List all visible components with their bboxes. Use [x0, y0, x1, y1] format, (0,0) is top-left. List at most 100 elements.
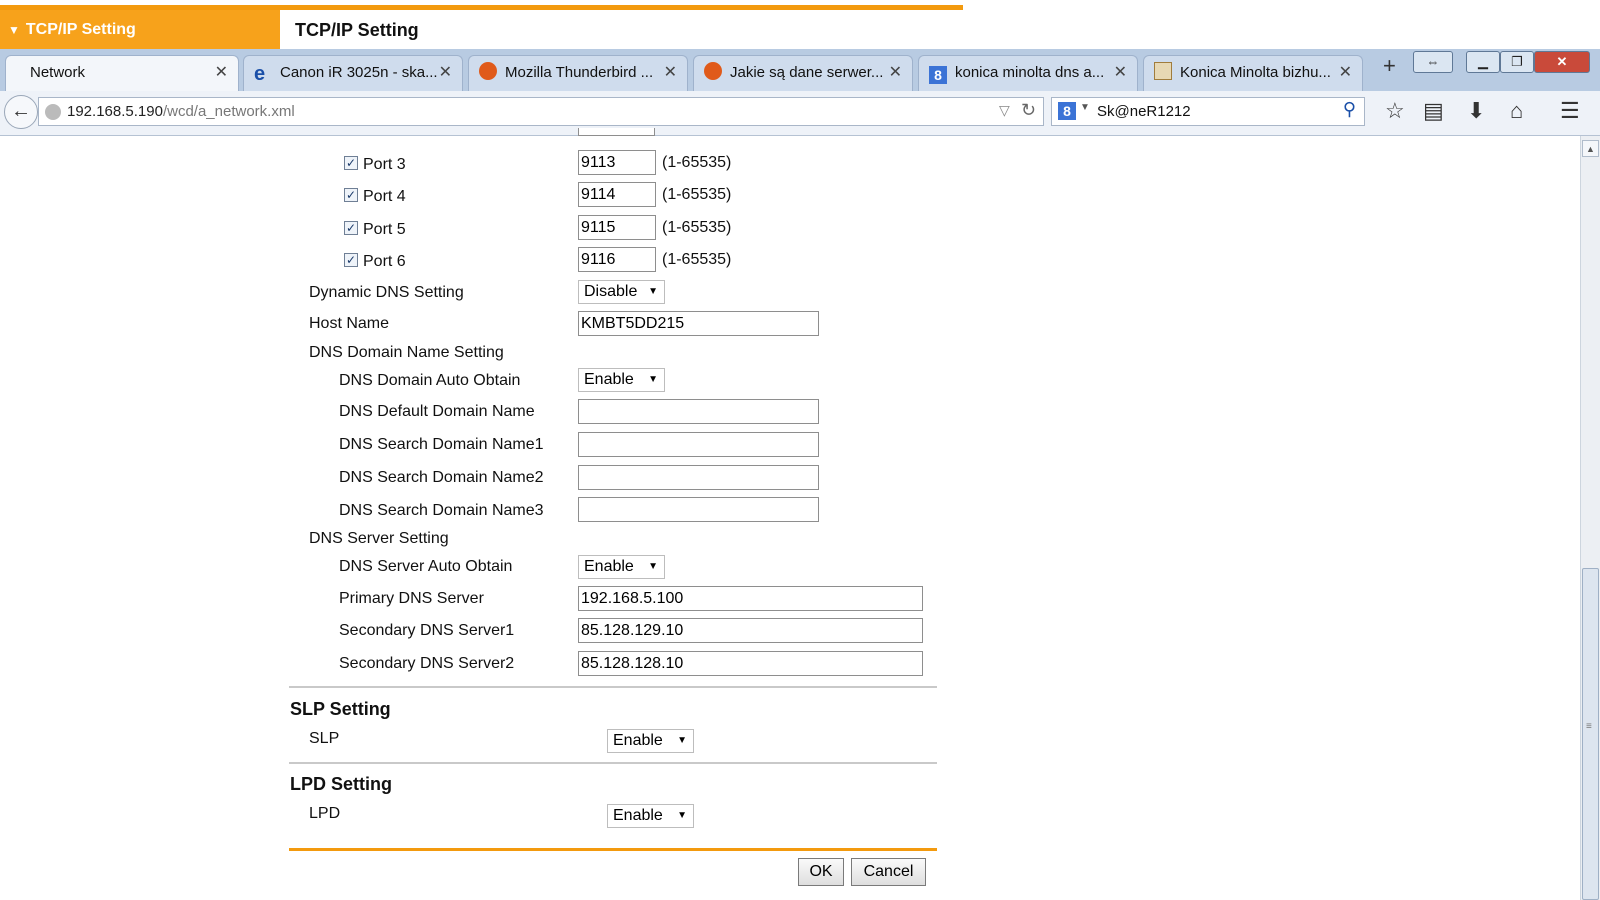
url-bar[interactable]: 192.168.5.190/wcd/a_network.xml ▽ ↻: [38, 97, 1044, 126]
dns-domain-heading: DNS Domain Name Setting: [309, 344, 504, 361]
search-icon[interactable]: ⚲: [1343, 99, 1356, 120]
section-divider: [289, 762, 937, 764]
bookmarks-list-icon[interactable]: ▤: [1423, 98, 1444, 124]
download-icon[interactable]: ⬇: [1467, 98, 1485, 124]
port-5-input[interactable]: [578, 215, 656, 240]
dns-server-heading: DNS Server Setting: [309, 530, 449, 547]
dns-server-auto-select[interactable]: Enable ▼: [578, 555, 665, 579]
lpd-label: LPD: [309, 805, 341, 822]
vertical-scrollbar[interactable]: ▲ ≡: [1580, 136, 1600, 900]
thunderbird-icon: [704, 62, 722, 80]
back-arrow-icon[interactable]: ←: [4, 95, 38, 129]
host-name-input[interactable]: [578, 311, 819, 336]
page-title: TCP/IP Setting: [295, 20, 419, 40]
port-4-input[interactable]: [578, 182, 656, 207]
lpd-value: Enable: [613, 807, 663, 824]
dns-search-domain-3-input[interactable]: [578, 497, 819, 522]
dns-search-domain-2-input[interactable]: [578, 465, 819, 490]
port-6-range: (1-65535): [662, 251, 732, 268]
tab-label: konica minolta dns a...: [955, 64, 1105, 81]
tab-label: Konica Minolta bizhu...: [1180, 64, 1331, 81]
dns-search-domain-3-label: DNS Search Domain Name3: [339, 502, 544, 519]
primary-dns-input[interactable]: [578, 586, 923, 611]
reload-icon[interactable]: ↻: [1021, 100, 1036, 121]
menu-icon[interactable]: ☰: [1560, 98, 1580, 124]
secondary-dns-1-input[interactable]: [578, 618, 923, 643]
dns-search-domain-2-label: DNS Search Domain Name2: [339, 469, 544, 486]
tab-label: Jakie są dane serwer...: [730, 64, 884, 81]
url-text: 192.168.5.190/wcd/a_network.xml: [67, 103, 295, 120]
window-close-icon[interactable]: ✕: [1534, 51, 1590, 73]
form-footer-line: [289, 848, 937, 851]
primary-dns-label: Primary DNS Server: [339, 590, 484, 607]
url-host: 192.168.5.190: [67, 103, 163, 120]
slp-heading: SLP Setting: [290, 699, 391, 719]
minimize-icon[interactable]: ▁: [1466, 51, 1500, 73]
lpd-select[interactable]: Enable ▼: [607, 804, 694, 828]
ok-button[interactable]: OK: [798, 858, 844, 886]
tab-network[interactable]: Network ✕: [5, 55, 239, 91]
dns-server-auto-value: Enable: [584, 558, 634, 575]
slp-select[interactable]: Enable ▼: [607, 729, 694, 753]
tab-konica[interactable]: Konica Minolta bizhu... ✕: [1143, 55, 1363, 91]
chevron-down-icon: ▼: [648, 286, 658, 297]
dns-default-domain-label: DNS Default Domain Name: [339, 403, 535, 420]
tab-thunderbird[interactable]: Mozilla Thunderbird ... ✕: [468, 55, 688, 91]
cancel-button[interactable]: Cancel: [851, 858, 926, 886]
tab-dns-question[interactable]: Jakie są dane serwer... ✕: [693, 55, 913, 91]
tab-close-icon[interactable]: ✕: [439, 56, 452, 90]
tab-label: Network: [30, 64, 86, 81]
chevron-down-icon: ▼: [648, 374, 658, 385]
menu-tcpip-setting[interactable]: ▼ TCP/IP Setting: [0, 10, 280, 49]
thunderbird-icon: [479, 62, 497, 80]
scrollbar-thumb[interactable]: ≡: [1582, 568, 1599, 900]
bookmark-star-icon[interactable]: ☆: [1385, 98, 1405, 124]
chevron-down-icon: ▼: [677, 810, 687, 821]
browser-tab-strip: Network ✕ e Canon iR 3025n - ska... ✕ Moz…: [0, 49, 1600, 91]
lpd-heading: LPD Setting: [290, 774, 392, 794]
port-3-input[interactable]: [578, 150, 656, 175]
tab-label: Canon iR 3025n - ska...: [280, 64, 438, 81]
dns-domain-auto-value: Enable: [584, 371, 634, 388]
google-icon: 8: [1058, 102, 1076, 120]
search-bar[interactable]: 8 ▼ Sk@neR1212 ⚲: [1051, 97, 1365, 126]
globe-icon: [45, 104, 61, 120]
tab-google-search[interactable]: 8 konica minolta dns a... ✕: [918, 55, 1138, 91]
url-history-icon[interactable]: ▽: [999, 102, 1010, 119]
port-5-checkbox[interactable]: ✓: [344, 221, 358, 235]
dynamic-dns-select[interactable]: Disable ▼: [578, 280, 665, 304]
menu-label: TCP/IP Setting: [25, 21, 136, 38]
tab-close-icon[interactable]: ✕: [1114, 56, 1127, 90]
port-3-label: Port 3: [363, 156, 406, 173]
home-icon[interactable]: ⌂: [1510, 98, 1523, 124]
grip-icon: ≡: [1586, 721, 1592, 732]
port-6-checkbox[interactable]: ✓: [344, 253, 358, 267]
dynamic-dns-value: Disable: [584, 283, 638, 300]
dns-search-domain-1-input[interactable]: [578, 432, 819, 457]
secondary-dns-2-label: Secondary DNS Server2: [339, 655, 515, 672]
tab-close-icon[interactable]: ✕: [664, 56, 677, 90]
tab-close-icon[interactable]: ✕: [889, 56, 902, 90]
host-name-label: Host Name: [309, 315, 390, 332]
secondary-dns-2-input[interactable]: [578, 651, 923, 676]
scroll-up-icon[interactable]: ▲: [1582, 140, 1599, 157]
port-6-input[interactable]: [578, 247, 656, 272]
navigation-bar: ← 192.168.5.190/wcd/a_network.xml ▽ ↻ 8 …: [0, 91, 1600, 136]
ie-icon: e: [254, 63, 266, 85]
secondary-dns-1-label: Secondary DNS Server1: [339, 622, 515, 639]
dns-domain-auto-select[interactable]: Enable ▼: [578, 368, 665, 392]
search-engine-dropdown-icon[interactable]: ▼: [1080, 102, 1090, 113]
port-3-range: (1-65535): [662, 154, 732, 171]
new-tab-icon[interactable]: +: [1383, 53, 1396, 79]
port-4-checkbox[interactable]: ✓: [344, 188, 358, 202]
tab-canon[interactable]: e Canon iR 3025n - ska... ✕: [243, 55, 463, 91]
dns-default-domain-input[interactable]: [578, 399, 819, 424]
port-3-checkbox[interactable]: ✓: [344, 156, 358, 170]
tab-close-icon[interactable]: ✕: [215, 56, 228, 90]
maximize-icon[interactable]: ❐: [1500, 51, 1534, 73]
dns-search-domain-1-label: DNS Search Domain Name1: [339, 436, 544, 453]
port-4-range: (1-65535): [662, 186, 732, 203]
tab-close-icon[interactable]: ✕: [1339, 56, 1352, 90]
restore-width-icon[interactable]: ⇔: [1413, 51, 1453, 73]
port-2-input-partial[interactable]: [578, 128, 655, 136]
